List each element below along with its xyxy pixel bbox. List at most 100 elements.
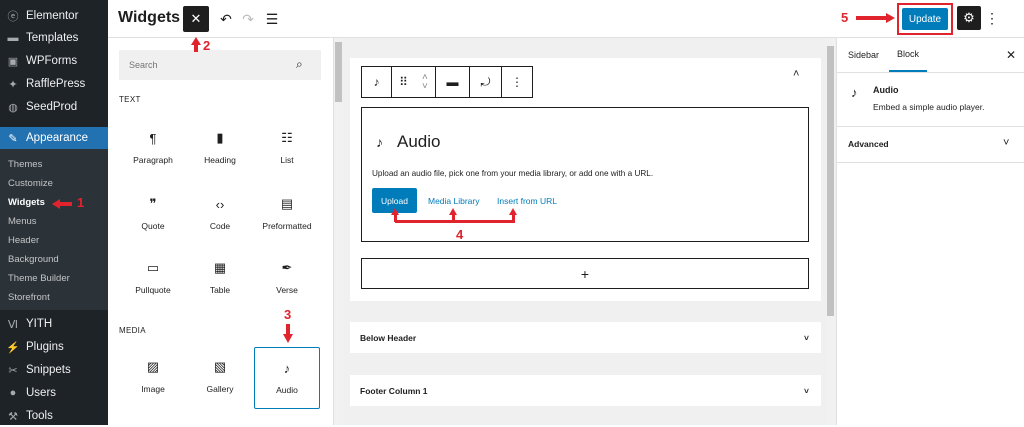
drag-handle-icon[interactable]: ⠿	[399, 75, 408, 89]
settings-button[interactable]: ⚙	[957, 6, 981, 30]
media-library-button[interactable]: Media Library	[428, 196, 480, 206]
block-label: Preformatted	[262, 221, 312, 231]
scrollbar-thumb[interactable]	[335, 42, 342, 102]
align-button[interactable]: ▬	[436, 67, 470, 97]
tab-block[interactable]: Block	[889, 38, 928, 72]
seedprod-icon: ◍	[8, 101, 18, 114]
annotation-arrow-2-shaft	[194, 45, 198, 52]
search-icon: ⌕	[296, 57, 303, 71]
block-list[interactable]: ☷ List	[254, 118, 320, 180]
menu-item-users[interactable]: ● Users	[0, 382, 108, 404]
annotation-arrow-5-shaft	[856, 16, 886, 20]
annotation-step-3: 3	[284, 307, 292, 322]
scissors-icon: ✂	[8, 364, 18, 377]
block-image[interactable]: ▨ Image	[120, 347, 186, 409]
block-code[interactable]: ‹› Code	[187, 184, 253, 246]
menu-item-label: Elementor	[26, 10, 79, 22]
block-quote[interactable]: ❞ Quote	[120, 184, 186, 246]
block-label: Pullquote	[135, 285, 171, 295]
menu-item-rafflepress[interactable]: ✦ RafflePress	[0, 73, 108, 95]
annotation-arrow-4c-shaft	[512, 214, 515, 222]
transform-icon: ⤾	[480, 74, 491, 89]
align-icon: ▬	[446, 75, 459, 89]
block-audio[interactable]: ♪ Audio	[254, 347, 320, 409]
table-icon: ▦	[213, 260, 227, 275]
insert-from-url-button[interactable]: Insert from URL	[497, 196, 557, 206]
advanced-panel-toggle[interactable]: Advanced	[848, 139, 889, 149]
widget-area-label: Below Header	[360, 332, 417, 343]
wpforms-icon: ▣	[7, 55, 19, 68]
annotation-arrow-3-head	[283, 334, 293, 343]
menu-item-wpforms[interactable]: ▣ WPForms	[0, 50, 108, 72]
folder-icon: ▬	[7, 32, 19, 44]
tab-sidebar[interactable]: Sidebar	[848, 38, 879, 72]
gift-icon: ✦	[8, 78, 18, 91]
chevron-down-icon: ˅	[804, 332, 809, 343]
submenu-customize[interactable]: Customize	[0, 178, 108, 189]
redo-button[interactable]: ↷	[235, 6, 261, 32]
annotation-arrow-4a-head	[391, 208, 399, 215]
user-icon: ●	[9, 387, 17, 399]
preformatted-icon: ▤	[280, 196, 294, 211]
widget-area-below-header[interactable]: Below Header ˅	[350, 322, 821, 353]
collapse-area-button[interactable]: ˄	[793, 68, 799, 80]
music-note-icon: ♪	[283, 360, 291, 376]
menu-item-elementor[interactable]: ⓔ Elementor	[0, 5, 108, 27]
widget-area-label: Footer Column 1	[360, 385, 428, 396]
menu-item-plugins[interactable]: ⚡ Plugins	[0, 336, 108, 358]
submenu-theme-builder[interactable]: Theme Builder	[0, 273, 108, 284]
submenu-background[interactable]: Background	[0, 254, 108, 265]
annotation-step-5: 5	[841, 10, 849, 25]
scrollbar-thumb[interactable]	[827, 46, 834, 316]
submenu-themes[interactable]: Themes	[0, 159, 108, 170]
annotation-arrow-3-shaft	[286, 324, 290, 334]
transform-button[interactable]: ⤾	[470, 67, 502, 97]
block-options-button[interactable]: ⋮	[502, 67, 532, 97]
submenu-header[interactable]: Header	[0, 235, 108, 246]
gallery-icon: ▧	[213, 359, 227, 374]
update-button[interactable]: Update	[902, 8, 948, 30]
block-gallery[interactable]: ▧ Gallery	[187, 347, 253, 409]
annotation-arrow-1-head	[52, 199, 60, 209]
add-block-button[interactable]: +	[361, 258, 809, 289]
inserter-scrollbar[interactable]	[334, 38, 343, 425]
close-inserter-button[interactable]: ✕	[183, 6, 209, 32]
move-down-icon[interactable]: ˅	[422, 82, 428, 92]
menu-item-snippets[interactable]: ✂ Snippets	[0, 359, 108, 381]
annotation-step-4: 4	[456, 227, 464, 242]
search-input[interactable]	[119, 50, 321, 80]
admin-submenu	[0, 147, 108, 310]
bookmark-icon: ▮	[216, 130, 224, 145]
canvas-scrollbar[interactable]	[826, 38, 835, 425]
block-table[interactable]: ▦ Table	[187, 248, 253, 310]
widget-area-footer-column-1[interactable]: Footer Column 1 ˅	[350, 375, 821, 406]
block-heading[interactable]: ▮ Heading	[187, 118, 253, 180]
block-type-button[interactable]: ♪	[362, 67, 392, 97]
list-view-button[interactable]: ☰	[259, 6, 285, 32]
block-card-title: Audio	[873, 85, 899, 95]
plus-icon: +	[580, 265, 590, 282]
music-note-icon: ♪	[373, 75, 380, 89]
block-pullquote[interactable]: ▭ Pullquote	[120, 248, 186, 310]
chevron-up-icon: ˄	[793, 68, 800, 80]
block-preformatted[interactable]: ▤ Preformatted	[254, 184, 320, 246]
list-icon: ☷	[281, 130, 293, 145]
annotation-arrow-5-head	[886, 13, 895, 23]
block-verse[interactable]: ✒ Verse	[254, 248, 320, 310]
menu-item-templates[interactable]: ▬ Templates	[0, 27, 108, 49]
page-title: Widgets	[118, 9, 181, 26]
close-settings-button[interactable]: ✕	[1006, 48, 1016, 62]
block-paragraph[interactable]: ¶ Paragraph	[120, 118, 186, 180]
menu-item-seedprod[interactable]: ◍ SeedProd	[0, 96, 108, 118]
menu-item-appearance[interactable]: ✎ Appearance	[0, 127, 108, 149]
close-icon: ✕	[190, 11, 202, 26]
options-button[interactable]: ⋮	[985, 6, 999, 30]
submenu-storefront[interactable]: Storefront	[0, 292, 108, 303]
block-label: List	[280, 155, 294, 165]
chevron-down-icon[interactable]: ˅	[1003, 137, 1009, 149]
submenu-menus[interactable]: Menus	[0, 216, 108, 227]
menu-item-yith[interactable]: Ⅵ YITH	[0, 313, 108, 335]
menu-item-label: RafflePress	[26, 78, 86, 90]
menu-item-tools[interactable]: ⚒ Tools	[0, 405, 108, 427]
annotation-arrow-4c-head	[509, 208, 517, 215]
